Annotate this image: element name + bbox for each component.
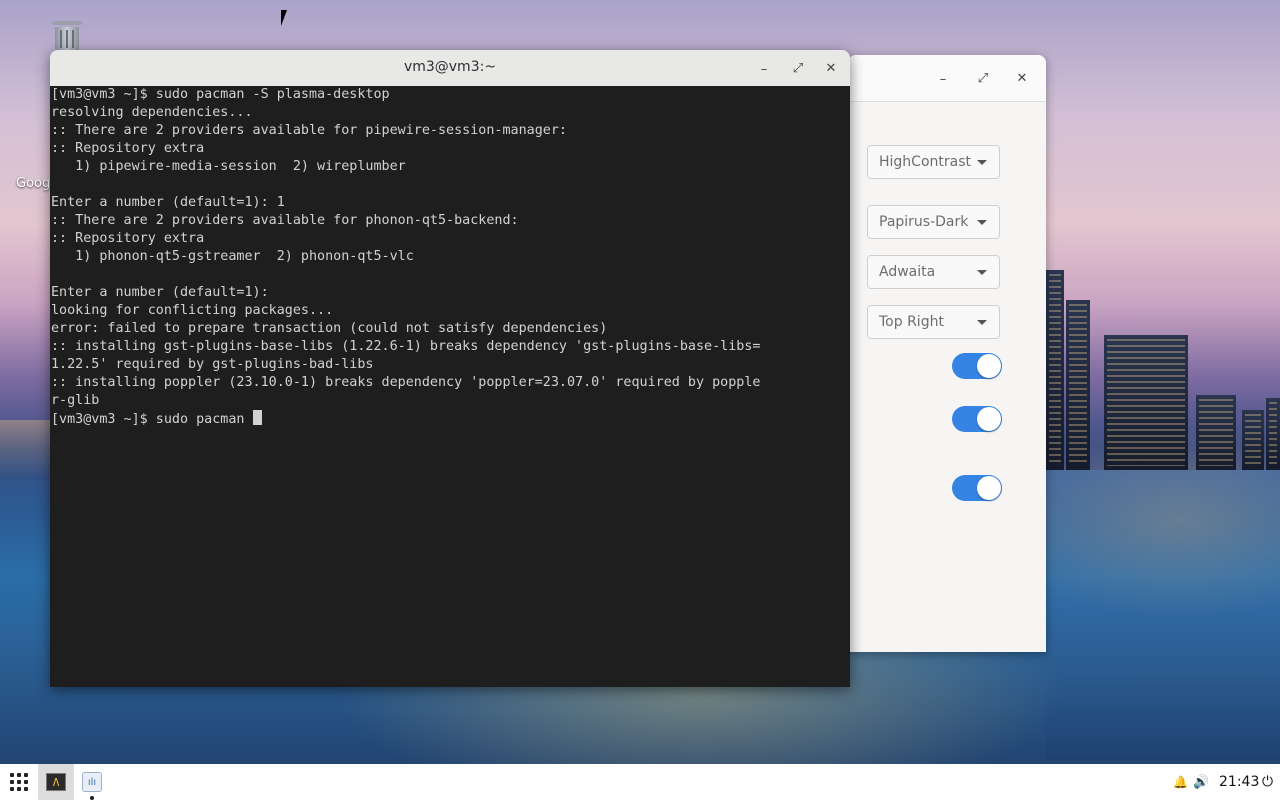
clock-label: 21:43 <box>1219 774 1260 790</box>
terminal-line: 1.22.5' required by gst-plugins-bad-libs <box>51 357 374 372</box>
icons-dropdown-value: Papirus-Dark <box>879 214 969 230</box>
terminal-maximize-button[interactable]: ⤢ <box>787 57 809 79</box>
tweaks-minimize-button[interactable]: – <box>932 68 954 90</box>
terminal-line: :: installing gst-plugins-base-libs (1.2… <box>51 339 761 354</box>
volume-button[interactable]: 🔊 <box>1193 764 1209 800</box>
icons-dropdown[interactable]: Papirus-Dark <box>867 205 1000 239</box>
minimize-icon: – <box>939 71 947 87</box>
toggle-switch-2[interactable] <box>952 406 1002 432</box>
terminal-line: Enter a number (default=1): <box>51 285 269 300</box>
theme-dropdown[interactable]: HighContrast <box>867 145 1000 179</box>
power-icon: ⏻ <box>1262 774 1274 790</box>
terminal-close-button[interactable]: ✕ <box>820 57 842 79</box>
chevron-down-icon <box>977 320 987 325</box>
terminal-line: Enter a number (default=1): 1 <box>51 195 285 210</box>
terminal-line: 1) pipewire-media-session 2) wireplumber <box>51 159 406 174</box>
taskbar-terminal[interactable]: Λ <box>38 764 74 800</box>
toggle-switch-3[interactable] <box>952 475 1002 501</box>
chevron-down-icon <box>977 270 987 275</box>
terminal-text: [vm3@vm3 ~]$ sudo pacman -S plasma-deskt… <box>51 86 760 429</box>
terminal-line: :: There are 2 providers available for p… <box>51 123 567 138</box>
trash-icon[interactable] <box>50 18 84 52</box>
terminal-icon: Λ <box>46 773 66 791</box>
placement-dropdown[interactable]: Top Right <box>867 305 1000 339</box>
terminal-output[interactable]: [vm3@vm3 ~]$ sudo pacman -S plasma-deskt… <box>50 86 850 687</box>
taskbar: Λ ılı 🔔 🔊 21:43 ⏻ <box>0 764 1280 800</box>
maximize-icon: ⤢ <box>792 60 804 76</box>
terminal-minimize-button[interactable]: – <box>753 58 775 80</box>
terminal-line: 1) phonon-qt5-gstreamer 2) phonon-qt5-vl… <box>51 249 414 264</box>
volume-icon: 🔊 <box>1193 774 1210 790</box>
terminal-prompt: [vm3@vm3 ~]$ sudo pacman <box>51 412 253 427</box>
apps-grid-icon <box>10 773 28 791</box>
chevron-down-icon <box>977 160 987 165</box>
terminal-line: error: failed to prepare transaction (co… <box>51 321 608 336</box>
terminal-window: vm3@vm3:~ – ⤢ ✕ [vm3@vm3 ~]$ sudo pacman… <box>50 50 850 687</box>
cursor-dropdown-value: Adwaita <box>879 264 936 280</box>
minimize-icon: – <box>760 61 768 77</box>
power-button[interactable]: ⏻ <box>1262 764 1273 800</box>
terminal-line: :: installing poppler (23.10.0-1) breaks… <box>51 375 761 390</box>
terminal-title: vm3@vm3:~ <box>403 59 497 75</box>
active-window-indicator <box>90 796 94 800</box>
tweaks-close-button[interactable]: ✕ <box>1011 67 1033 89</box>
wallpaper-city-lights-left <box>0 420 50 480</box>
close-icon: ✕ <box>825 60 837 76</box>
terminal-titlebar[interactable]: vm3@vm3:~ – ⤢ ✕ <box>50 50 850 87</box>
terminal-line: :: There are 2 providers available for p… <box>51 213 519 228</box>
cursor-dropdown[interactable]: Adwaita <box>867 255 1000 289</box>
terminal-line: looking for conflicting packages... <box>51 303 334 318</box>
terminal-line: [vm3@vm3 ~]$ sudo pacman -S plasma-deskt… <box>51 87 390 102</box>
mouse-pointer-icon <box>281 10 287 26</box>
close-icon: ✕ <box>1016 70 1028 86</box>
terminal-line: r-glib <box>51 393 100 408</box>
tweaks-icon: ılı <box>82 772 102 792</box>
placement-dropdown-value: Top Right <box>879 314 944 330</box>
tweaks-maximize-button[interactable]: ⤢ <box>972 67 994 89</box>
theme-dropdown-value: HighContrast <box>879 154 971 170</box>
bell-icon: 🔔 <box>1173 775 1188 789</box>
terminal-line: resolving dependencies... <box>51 105 253 120</box>
maximize-icon: ⤢ <box>977 70 989 86</box>
toggle-switch-1[interactable] <box>952 353 1002 379</box>
clock[interactable]: 21:43 <box>1219 764 1259 800</box>
app-launcher-button[interactable] <box>6 764 32 800</box>
terminal-line: :: Repository extra <box>51 231 205 246</box>
taskbar-tweaks[interactable]: ılı <box>78 764 106 800</box>
chevron-down-icon <box>977 220 987 225</box>
terminal-cursor <box>252 410 262 425</box>
wallpaper-skyline <box>1046 270 1280 470</box>
terminal-line: :: Repository extra <box>51 141 205 156</box>
desktop-google-label[interactable]: Goog <box>16 176 50 191</box>
tweaks-window: – ⤢ ✕ HighContrast Papirus-Dark Adwaita … <box>848 55 1046 652</box>
wallpaper-water <box>1046 470 1280 760</box>
notifications-button[interactable]: 🔔 <box>1173 764 1188 800</box>
